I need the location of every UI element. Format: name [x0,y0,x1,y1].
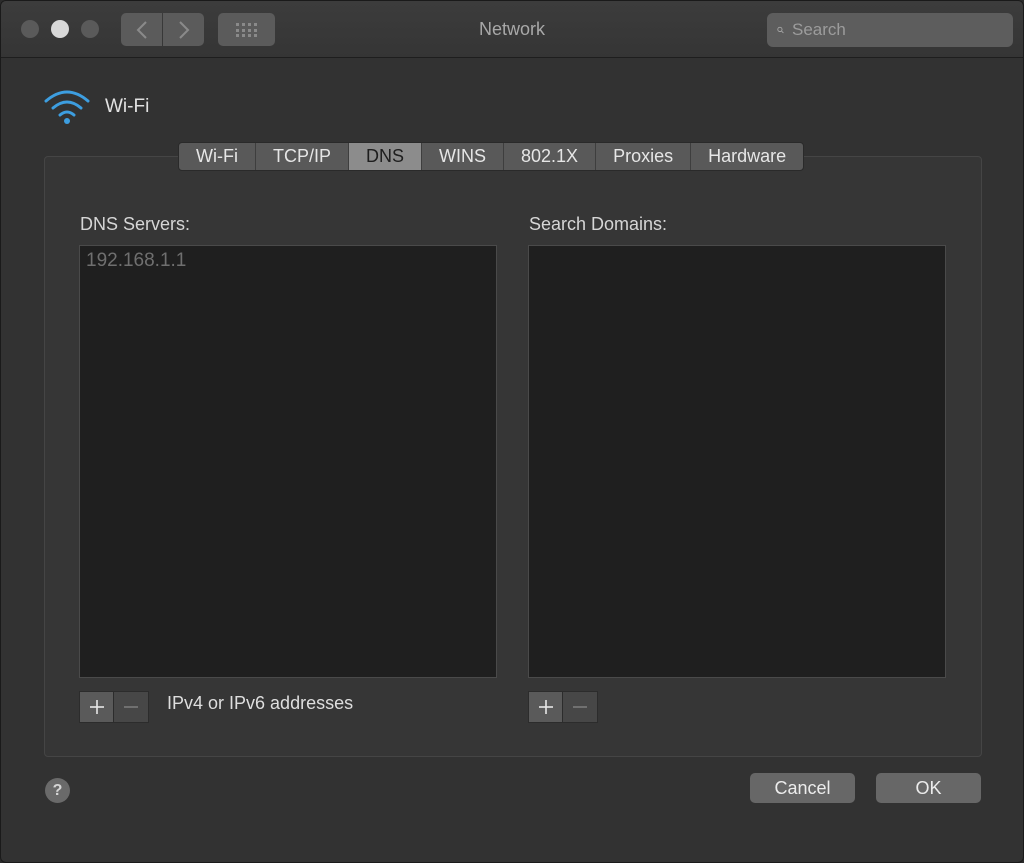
add-dns-server-button[interactable] [80,692,114,722]
search-field[interactable] [767,13,1013,47]
forward-button[interactable] [163,13,204,46]
tab-tcpip[interactable]: TCP/IP [256,143,349,170]
wifi-icon [44,90,90,124]
interface-name: Wi-Fi [105,96,150,117]
help-button[interactable]: ? [45,778,70,803]
dns-servers-add-remove [79,691,149,723]
tab-hardware[interactable]: Hardware [691,143,803,170]
tab-wifi[interactable]: Wi-Fi [179,143,256,170]
tab-bar: Wi-Fi TCP/IP DNS WINS 802.1X Proxies Har… [178,142,805,171]
chevron-left-icon [136,20,147,39]
title-bar: Network [1,1,1023,58]
network-preferences-window: Network Wi-Fi Wi-Fi TCP/IP DNS WINS 802.… [0,0,1024,863]
dns-servers-list[interactable]: 192.168.1.1 [79,245,497,678]
tab-8021x[interactable]: 802.1X [504,143,597,170]
search-domains-add-remove [528,691,598,723]
ok-button[interactable]: OK [876,773,981,803]
search-icon [777,26,784,34]
remove-search-domain-button[interactable] [563,692,597,722]
chevron-right-icon [178,20,189,39]
tab-dns[interactable]: DNS [349,143,423,170]
dns-servers-label: DNS Servers: [80,214,191,234]
grid-icon [235,22,257,37]
minus-icon [573,706,587,708]
add-search-domain-button[interactable] [529,692,563,722]
minimize-window-button[interactable] [51,20,69,38]
list-item[interactable]: 192.168.1.1 [80,246,496,272]
search-domains-label: Search Domains: [529,214,668,234]
remove-dns-server-button[interactable] [114,692,148,722]
tab-wins[interactable]: WINS [422,143,505,170]
cancel-button[interactable]: Cancel [750,773,855,803]
plus-icon [538,700,553,714]
back-button[interactable] [121,13,162,46]
zoom-window-button[interactable] [81,20,99,38]
minus-icon [124,706,138,708]
show-all-button[interactable] [218,13,275,46]
close-window-button[interactable] [21,20,39,38]
search-input[interactable] [792,20,1013,40]
plus-icon [89,700,104,714]
tab-proxies[interactable]: Proxies [596,143,692,170]
dns-address-hint: IPv4 or IPv6 addresses [167,693,354,713]
interface-header: Wi-Fi [43,89,149,125]
search-domains-list[interactable] [528,245,946,678]
